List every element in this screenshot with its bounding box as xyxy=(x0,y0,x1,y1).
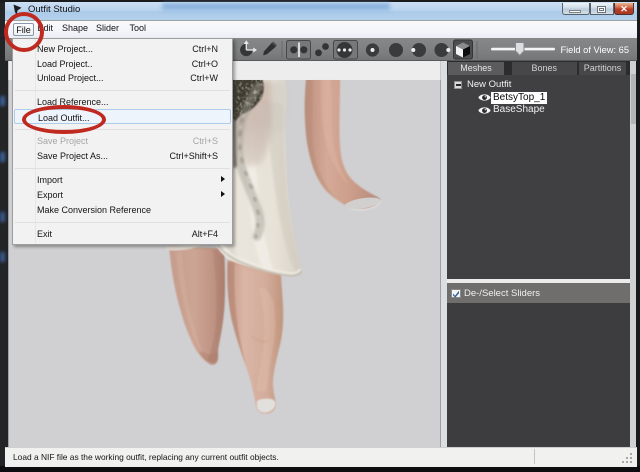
svg-text:Field of View: 65: Field of View: 65 xyxy=(560,45,629,55)
